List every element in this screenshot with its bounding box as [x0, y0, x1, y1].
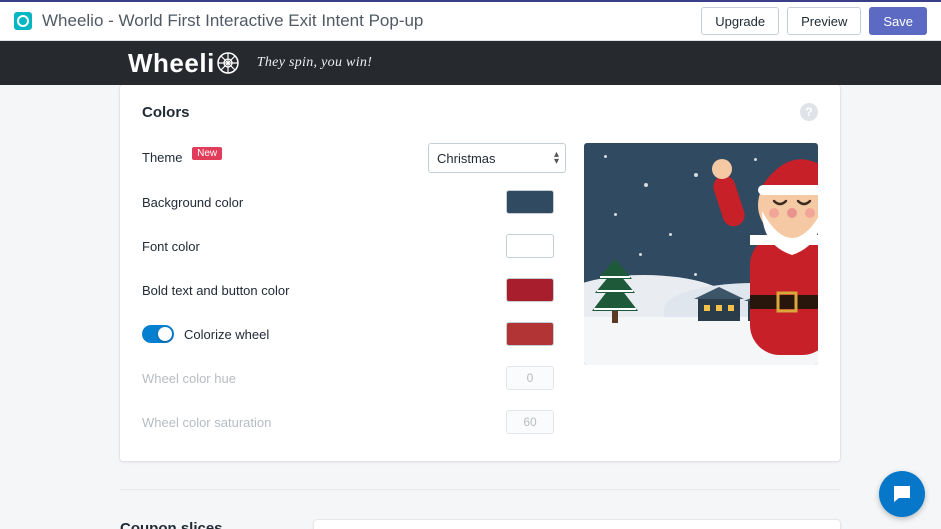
help-icon[interactable]: ?	[800, 103, 818, 121]
background-color-label: Background color	[142, 195, 292, 210]
theme-label: Theme New	[142, 150, 292, 166]
wheel-icon	[217, 52, 239, 74]
new-badge: New	[192, 147, 222, 160]
saturation-value: 60	[506, 410, 554, 434]
saturation-row: Wheel color saturation 60	[142, 407, 566, 437]
colors-card: Colors ? Theme New Christmas ▴▾	[120, 85, 840, 461]
brand-bar: Wheeli They spin, you win!	[0, 41, 941, 85]
brand-logo: Wheeli	[128, 48, 243, 79]
brand-tagline: They spin, you win!	[257, 55, 372, 71]
app-topbar: Wheelio - World First Interactive Exit I…	[0, 0, 941, 41]
preview-column	[584, 143, 818, 437]
upgrade-button[interactable]: Upgrade	[701, 7, 779, 35]
app-favicon	[14, 12, 32, 30]
bold-color-row: Bold text and button color	[142, 275, 566, 305]
colorize-wheel-swatch[interactable]	[506, 322, 554, 346]
hue-value: 0	[506, 366, 554, 390]
font-color-swatch[interactable]	[506, 234, 554, 258]
theme-select-value: Christmas	[437, 151, 496, 166]
intercom-launcher[interactable]	[879, 471, 925, 517]
theme-row: Theme New Christmas ▴▾	[142, 143, 566, 173]
hue-label: Wheel color hue	[142, 371, 292, 386]
page-title: Wheelio - World First Interactive Exit I…	[42, 11, 423, 31]
hue-row: Wheel color hue 0	[142, 363, 566, 393]
coupons-section: Coupon slices To configure coupons, you …	[120, 489, 840, 529]
font-color-row: Font color	[142, 231, 566, 261]
santa-icon	[712, 145, 818, 365]
coupons-title: Coupon slices	[120, 520, 290, 529]
font-color-label: Font color	[142, 239, 292, 254]
bold-color-label: Bold text and button color	[142, 283, 322, 298]
tree-icon	[592, 259, 638, 323]
chat-icon	[890, 482, 914, 506]
background-color-swatch[interactable]	[506, 190, 554, 214]
background-color-row: Background color	[142, 187, 566, 217]
theme-select[interactable]: Christmas ▴▾	[428, 143, 566, 173]
chevron-sort-icon: ▴▾	[554, 151, 559, 165]
coupons-table-header: slice type slice label coupon code Gravi…	[314, 520, 840, 529]
page-body: Colors ? Theme New Christmas ▴▾	[0, 85, 941, 529]
bold-color-swatch[interactable]	[506, 278, 554, 302]
colors-card-title: Colors	[142, 104, 190, 121]
saturation-label: Wheel color saturation	[142, 415, 292, 430]
colorize-toggle[interactable]	[142, 325, 174, 343]
brand-name: Wheeli	[128, 48, 215, 79]
preview-button[interactable]: Preview	[787, 7, 861, 35]
save-button[interactable]: Save	[869, 7, 927, 35]
colorize-wheel-label: Colorize wheel	[184, 327, 304, 342]
colors-form: Theme New Christmas ▴▾ Background color	[142, 143, 566, 437]
theme-preview	[584, 143, 818, 365]
colorize-wheel-row: Colorize wheel	[142, 319, 566, 349]
